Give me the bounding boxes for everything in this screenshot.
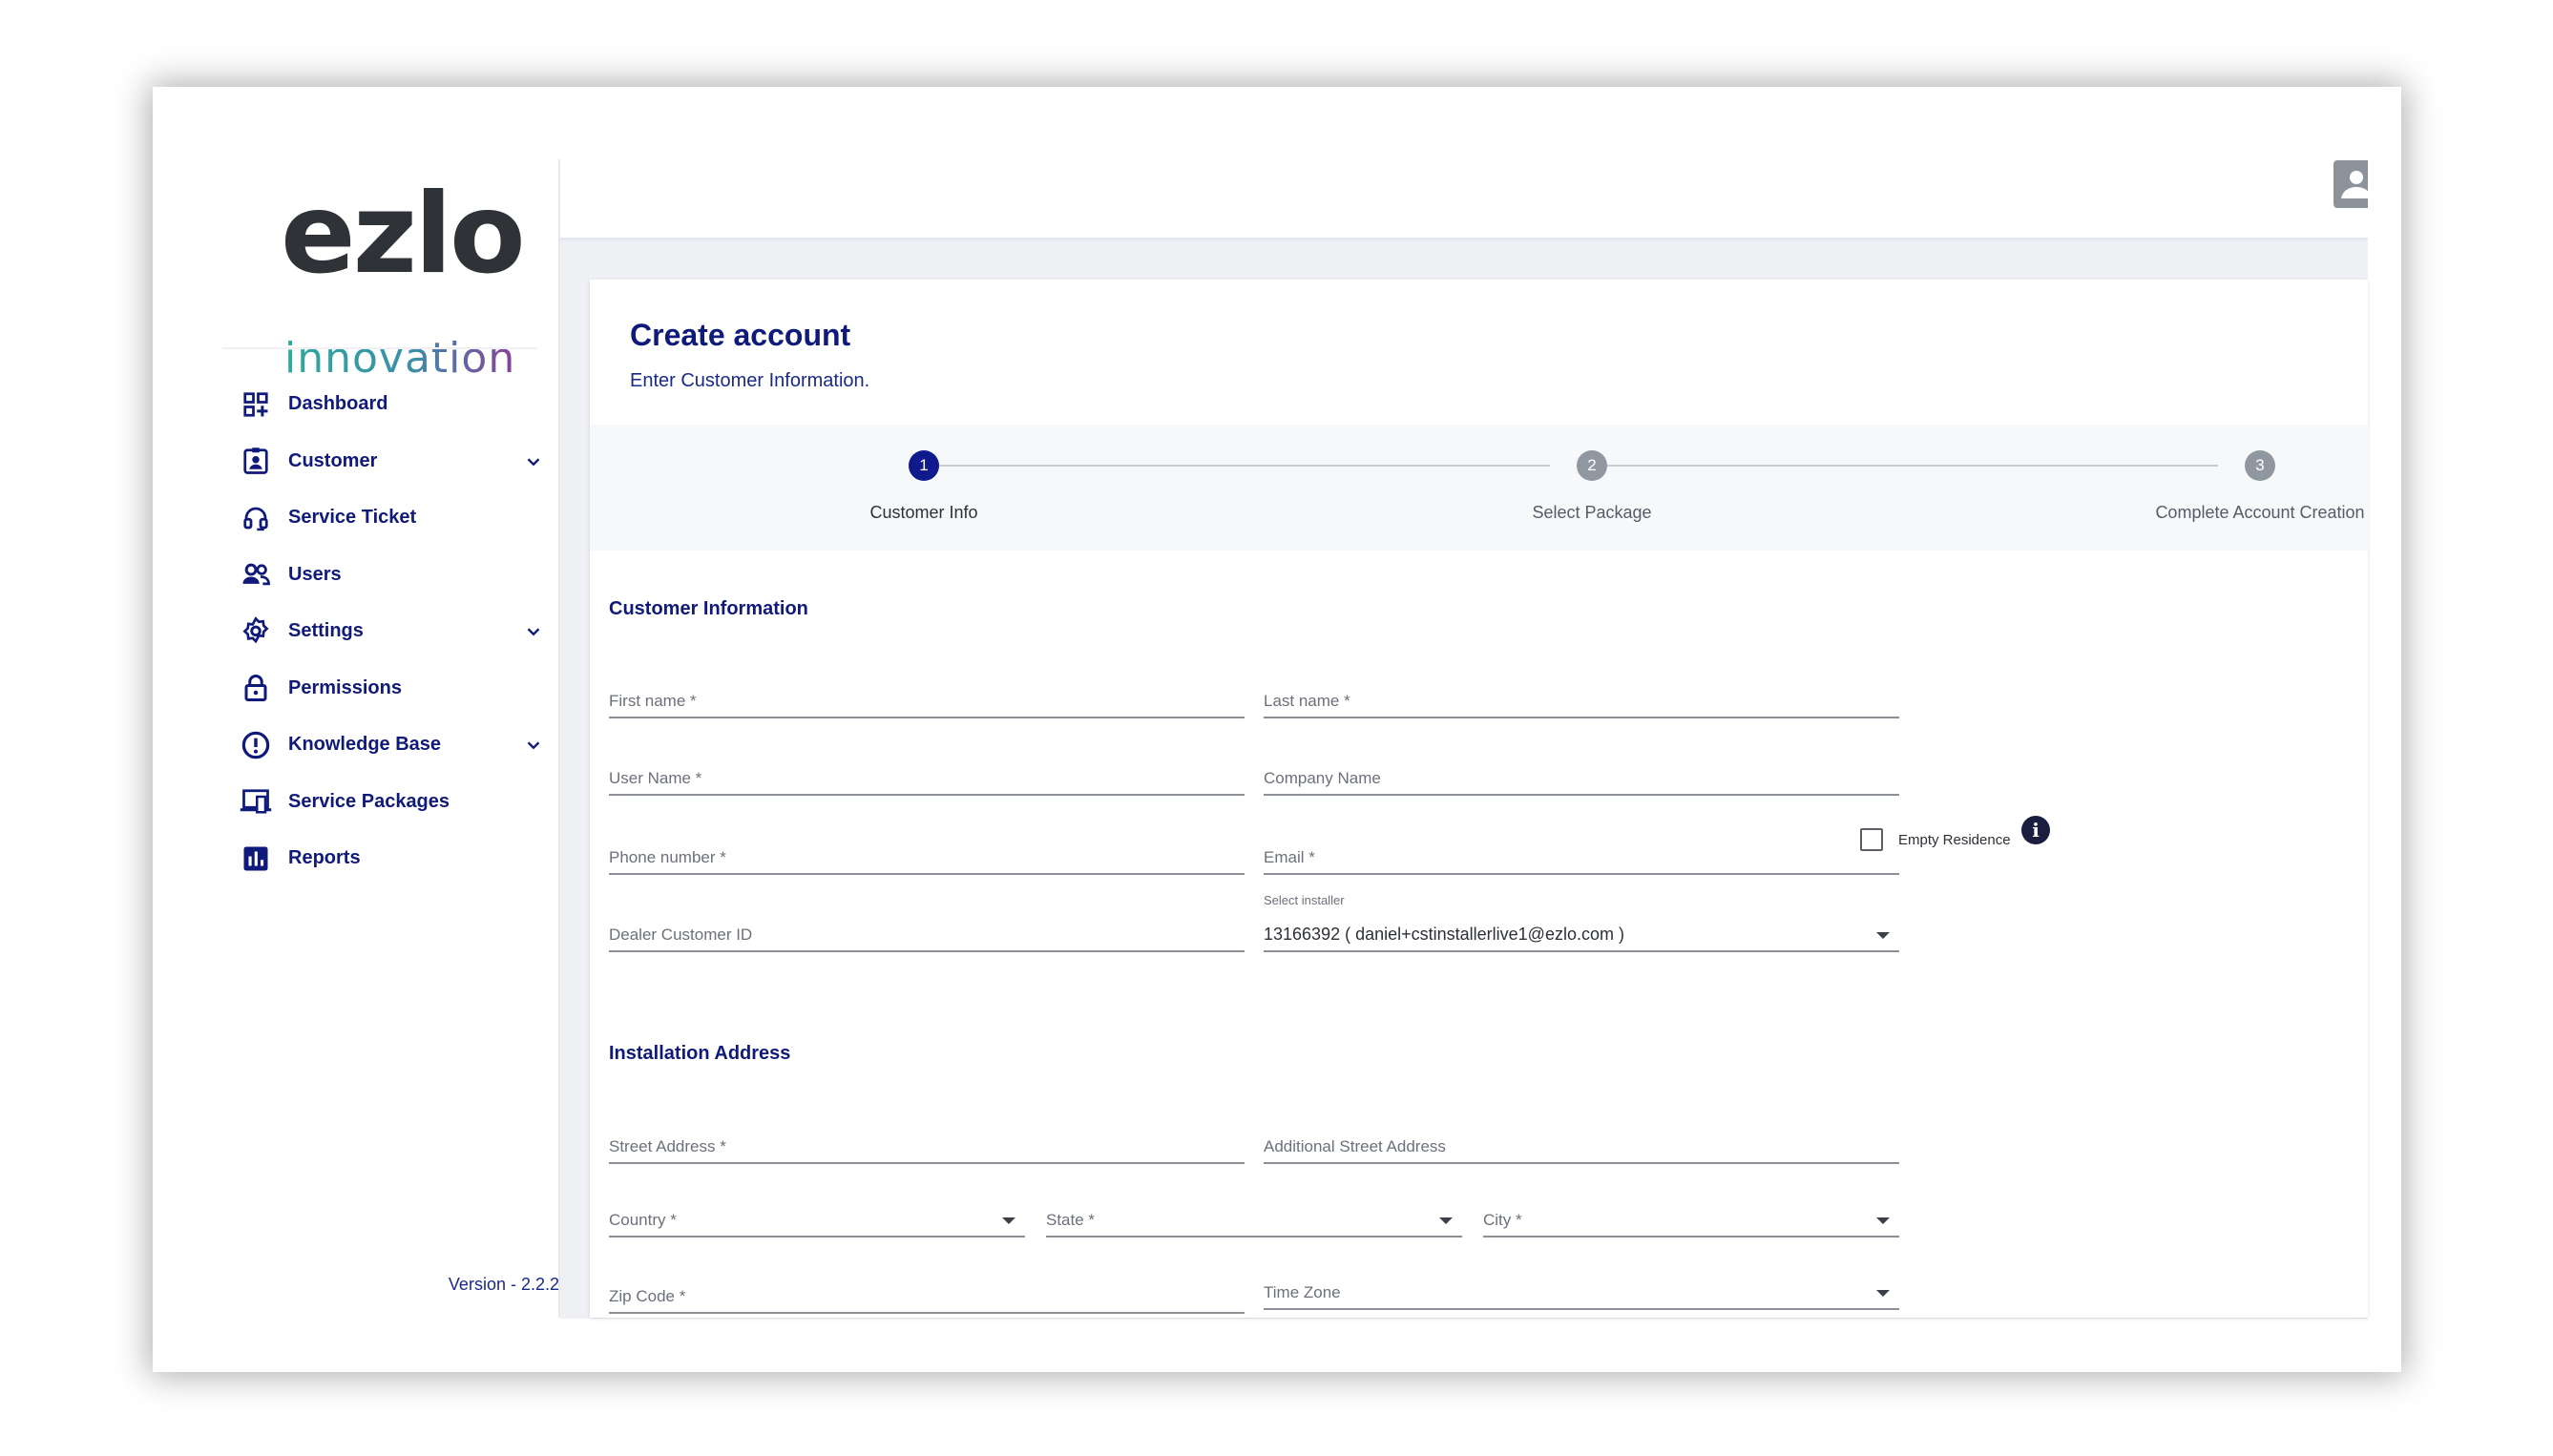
sidebar-item-service-packages[interactable]: Service Packages	[239, 774, 554, 831]
zip-code-field[interactable]: Zip Code *	[609, 1274, 1245, 1314]
street-address-field[interactable]: Street Address *	[609, 1124, 1245, 1164]
sidebar-item-service-ticket[interactable]: Service Ticket	[239, 489, 554, 547]
logo-wordmark: ezlo	[281, 170, 526, 299]
logo-divider	[222, 347, 537, 349]
sidebar-item-reports[interactable]: Reports	[239, 830, 554, 887]
first-name-placeholder: First name *	[609, 692, 697, 710]
dropdown-arrow-icon	[1876, 1290, 1890, 1297]
step-3-label: Complete Account Creation	[2155, 503, 2365, 522]
empty-residence-checkbox[interactable]	[1860, 828, 1883, 851]
sidebar-item-label: Users	[288, 563, 342, 585]
sidebar-item-settings[interactable]: Settings	[239, 603, 554, 660]
additional-street-address-field[interactable]: Additional Street Address	[1264, 1124, 1899, 1164]
dropdown-arrow-icon	[1439, 1217, 1453, 1224]
sidebar-item-label: Permissions	[288, 676, 402, 698]
city-select[interactable]: City *	[1483, 1197, 1899, 1238]
select-installer-label: Select installer	[1264, 893, 1345, 907]
phone-number-field[interactable]: Phone number *	[609, 835, 1245, 875]
step-connector	[939, 465, 1550, 467]
sidebar-item-customer[interactable]: Customer	[239, 433, 554, 490]
section-customer-information: Customer Information	[609, 598, 808, 619]
user-name-field[interactable]: User Name *	[609, 756, 1245, 796]
customer-badge-icon	[239, 444, 273, 478]
last-name-placeholder: Last name *	[1264, 692, 1350, 710]
chevron-down-icon[interactable]	[523, 621, 544, 642]
dealer-customer-id-placeholder: Dealer Customer ID	[609, 926, 753, 944]
devices-icon	[239, 784, 273, 819]
company-name-placeholder: Company Name	[1264, 769, 1381, 787]
app-window: ezlo innovation Dashboard Customer Servi…	[153, 87, 2401, 1372]
step-1-indicator: 1	[909, 450, 939, 481]
alert-circle-icon	[239, 728, 273, 762]
sidebar-nav: Dashboard Customer Service Ticket Users …	[239, 376, 554, 887]
additional-street-address-placeholder: Additional Street Address	[1264, 1137, 1446, 1155]
dropdown-arrow-icon	[1876, 932, 1890, 939]
dropdown-arrow-icon	[1002, 1217, 1015, 1224]
street-address-placeholder: Street Address *	[609, 1137, 726, 1155]
empty-residence-label: Empty Residence	[1898, 831, 2011, 848]
top-header	[560, 87, 2368, 240]
gear-icon	[239, 614, 273, 649]
email-field[interactable]: Email *	[1264, 835, 1899, 875]
last-name-field[interactable]: Last name *	[1264, 678, 1899, 718]
country-placeholder: Country *	[609, 1211, 677, 1229]
zip-code-placeholder: Zip Code *	[609, 1287, 686, 1305]
sidebar-item-knowledge-base[interactable]: Knowledge Base	[239, 717, 554, 774]
sidebar-item-label: Service Ticket	[288, 507, 417, 529]
sidebar-item-label: Customer	[288, 449, 378, 471]
headset-icon	[239, 501, 273, 535]
sidebar-item-label: Knowledge Base	[288, 734, 442, 756]
sidebar-item-label: Reports	[288, 847, 361, 869]
brand-logo: ezlo innovation	[281, 163, 526, 383]
state-placeholder: State *	[1046, 1211, 1096, 1229]
select-installer-dropdown[interactable]: Select installer 13166392 ( daniel+cstin…	[1264, 893, 1899, 952]
create-account-card: Create account Enter Customer Informatio…	[590, 280, 2368, 1318]
step-3-indicator: 3	[2245, 450, 2275, 481]
select-installer-value: 13166392 ( daniel+cstinstallerlive1@ezlo…	[1264, 925, 1624, 944]
step-2-label: Select Package	[1532, 503, 1652, 522]
sidebar-item-label: Dashboard	[288, 393, 388, 415]
app-version: Version - 2.2.2	[448, 1275, 559, 1294]
users-icon	[239, 557, 273, 592]
sidebar-item-users[interactable]: Users	[239, 547, 554, 604]
stepper: 1 Customer Info 2 Select Package 3 Compl…	[590, 425, 2368, 551]
sidebar-item-permissions[interactable]: Permissions	[239, 660, 554, 718]
page-title: Create account	[630, 318, 851, 352]
step-2-indicator: 2	[1577, 450, 1607, 481]
sidebar-item-label: Settings	[288, 620, 364, 642]
dealer-customer-id-field[interactable]: Dealer Customer ID	[609, 912, 1245, 952]
state-select[interactable]: State *	[1046, 1197, 1462, 1238]
email-placeholder: Email *	[1264, 848, 1315, 866]
sidebar: ezlo innovation Dashboard Customer Servi…	[153, 87, 559, 1318]
bar-chart-icon	[239, 842, 273, 876]
page-subtitle: Enter Customer Information.	[630, 370, 870, 391]
lock-icon	[239, 671, 273, 705]
country-select[interactable]: Country *	[609, 1197, 1025, 1238]
time-zone-select[interactable]: Time Zone	[1264, 1270, 1899, 1310]
chevron-down-icon[interactable]	[523, 735, 544, 756]
chevron-down-icon[interactable]	[523, 451, 544, 472]
info-icon[interactable]: i	[2021, 816, 2050, 844]
dashboard-icon	[239, 387, 273, 422]
company-name-field[interactable]: Company Name	[1264, 756, 1899, 796]
step-connector	[1607, 465, 2218, 467]
dropdown-arrow-icon	[1876, 1217, 1890, 1224]
step-1-label: Customer Info	[869, 503, 978, 522]
time-zone-placeholder: Time Zone	[1264, 1283, 1341, 1301]
empty-residence-toggle[interactable]: Empty Residence	[1860, 828, 2011, 851]
account-icon[interactable]	[2333, 160, 2368, 208]
sidebar-item-label: Service Packages	[288, 790, 450, 812]
sidebar-item-dashboard[interactable]: Dashboard	[239, 376, 554, 433]
user-name-placeholder: User Name *	[609, 769, 702, 787]
phone-number-placeholder: Phone number *	[609, 848, 726, 866]
first-name-field[interactable]: First name *	[609, 678, 1245, 718]
city-placeholder: City *	[1483, 1211, 1522, 1229]
section-installation-address: Installation Address	[609, 1043, 791, 1064]
